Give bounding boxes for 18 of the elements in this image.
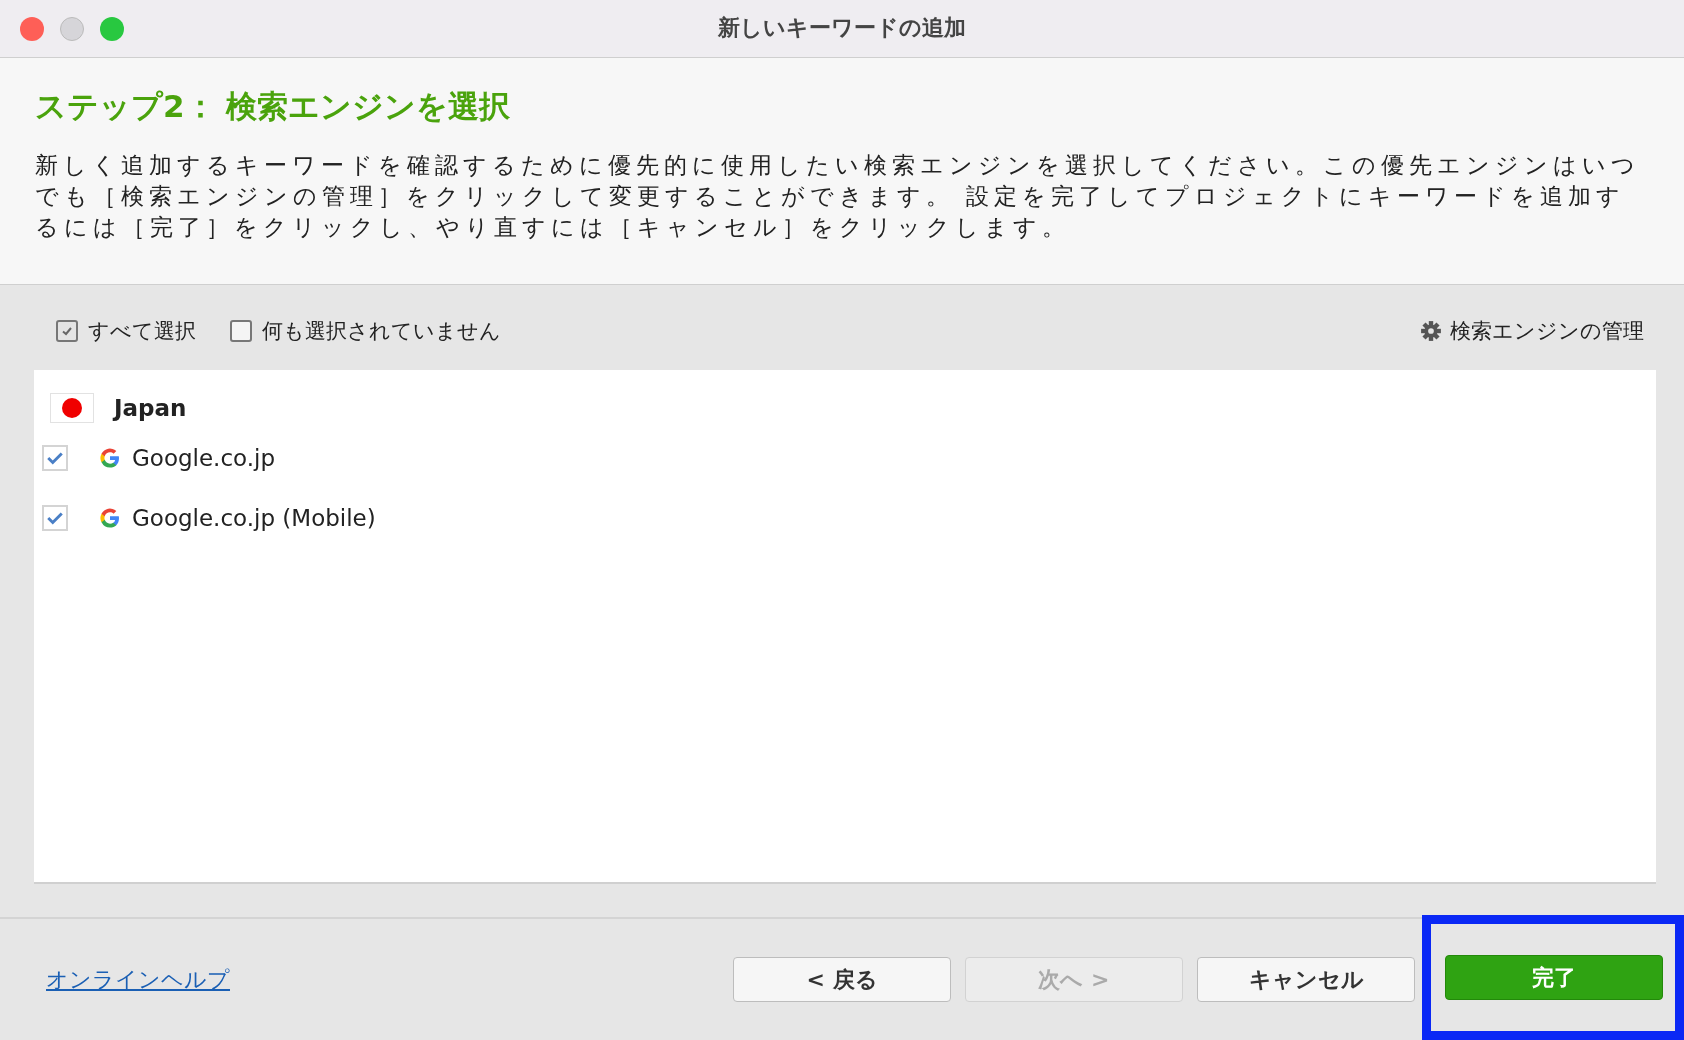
country-name: Japan xyxy=(114,394,187,421)
window-title: 新しいキーワードの追加 xyxy=(718,14,966,43)
checkbox[interactable] xyxy=(56,320,78,343)
instructions-text: 新しく追加するキーワードを確認するために優先的に使用したい検索エンジンを選択してください。この優先エンジンはいつでも［検索エンジンの管理］をクリックして変更することができます。 設定を完了してプロジェクトにキーワードを追加するには［完了］をクリックし、やり直すには［キャンセル］をクリックします。 xyxy=(35,150,1641,242)
dialog-button[interactable]: < 戻る xyxy=(733,957,951,1002)
engine-name: Google.co.jp xyxy=(132,444,276,471)
close-button[interactable] xyxy=(20,17,44,41)
checkbox-option[interactable]: すべて選択 xyxy=(56,317,196,346)
checkbox-option[interactable]: 何も選択されていません xyxy=(230,317,501,346)
manage-engines-link[interactable]: 検索エンジンの管理 xyxy=(1450,317,1644,346)
flag-icon xyxy=(50,392,94,423)
gear-icon[interactable] xyxy=(1420,320,1442,343)
checkbox[interactable] xyxy=(230,320,252,343)
online-help-link[interactable]: オンラインヘルプ xyxy=(46,964,230,995)
step-heading: ステップ2： 検索エンジンを選択 xyxy=(35,86,512,126)
engine-name: Google.co.jp (Mobile) xyxy=(132,504,376,531)
checkmark-icon xyxy=(61,325,73,338)
dialog-button[interactable]: キャンセル xyxy=(1197,957,1415,1002)
